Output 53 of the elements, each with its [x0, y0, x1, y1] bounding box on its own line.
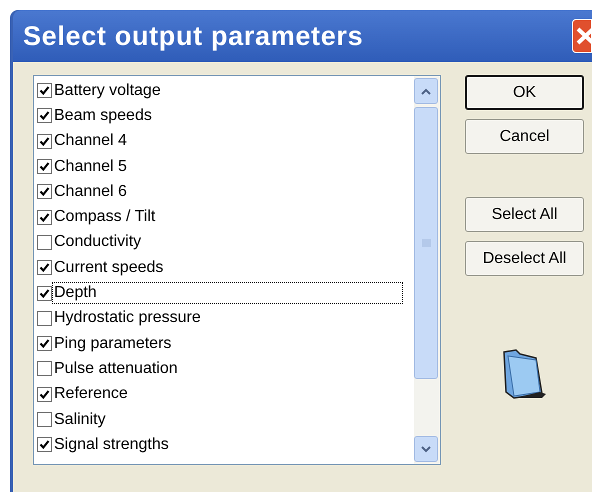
parameter-item[interactable]: Hydrostatic pressure — [52, 307, 202, 330]
checkbox[interactable] — [37, 386, 52, 402]
checkmark-icon — [39, 338, 50, 350]
checkbox[interactable] — [37, 83, 52, 98]
parameter-item[interactable]: Compass / Tilt — [52, 206, 156, 228]
dialog-button[interactable]: Select All — [465, 197, 584, 232]
parameter-item[interactable]: Battery voltage — [52, 80, 162, 102]
dialog-button[interactable]: OK — [465, 75, 584, 110]
parameter-item[interactable]: Beam speeds — [52, 104, 153, 127]
checkbox[interactable] — [37, 184, 52, 200]
checkmark-icon — [39, 110, 50, 122]
window-title: Select output parameters — [22, 20, 364, 53]
scrollbar[interactable] — [414, 76, 440, 464]
checkmark-icon — [39, 136, 50, 147]
scroll-up-button[interactable] — [414, 78, 438, 104]
checkbox[interactable] — [37, 260, 52, 276]
checkmark-icon — [39, 186, 50, 198]
dialog-button[interactable]: Cancel — [465, 119, 584, 154]
checkbox[interactable] — [37, 412, 52, 427]
dialog-button[interactable]: Deselect All — [465, 241, 584, 276]
checkmark-icon — [39, 262, 50, 274]
parameter-item[interactable]: Depth — [52, 282, 403, 304]
parameter-item[interactable]: Signal strengths — [52, 434, 170, 456]
scroll-thumb[interactable] — [414, 107, 438, 379]
parameter-item[interactable]: Salinity — [52, 408, 107, 430]
parameter-item[interactable]: Reference — [52, 383, 129, 406]
checkbox[interactable] — [37, 108, 52, 124]
checkmark-icon — [39, 388, 50, 400]
close-button[interactable] — [572, 19, 592, 53]
checkbox[interactable] — [37, 361, 52, 376]
checkmark-icon — [39, 161, 50, 172]
parameter-item[interactable]: Conductivity — [52, 231, 142, 254]
close-icon — [575, 26, 591, 46]
parameter-item[interactable]: Channel 5 — [52, 156, 128, 178]
checkmark-icon — [39, 288, 50, 299]
grip-icon — [422, 239, 430, 247]
checkbox[interactable] — [37, 286, 52, 301]
checkbox[interactable] — [37, 336, 52, 352]
scroll-down-button[interactable] — [414, 436, 438, 462]
checkbox[interactable] — [37, 310, 52, 326]
checkmark-icon — [39, 439, 50, 450]
checkbox[interactable] — [37, 159, 52, 174]
parameter-item[interactable]: Channel 4 — [52, 130, 128, 152]
checkmark-icon — [39, 212, 50, 223]
checkbox[interactable] — [37, 437, 52, 452]
checkbox[interactable] — [37, 234, 52, 250]
checkmark-icon — [39, 85, 50, 96]
parameter-item[interactable]: Ping parameters — [52, 332, 172, 355]
parameter-item[interactable]: Current speeds — [52, 256, 164, 279]
checkbox[interactable] — [37, 134, 52, 149]
parameter-item[interactable]: Pulse attenuation — [52, 358, 179, 380]
checkbox[interactable] — [37, 210, 52, 225]
parameter-item[interactable]: Channel 6 — [52, 180, 128, 203]
